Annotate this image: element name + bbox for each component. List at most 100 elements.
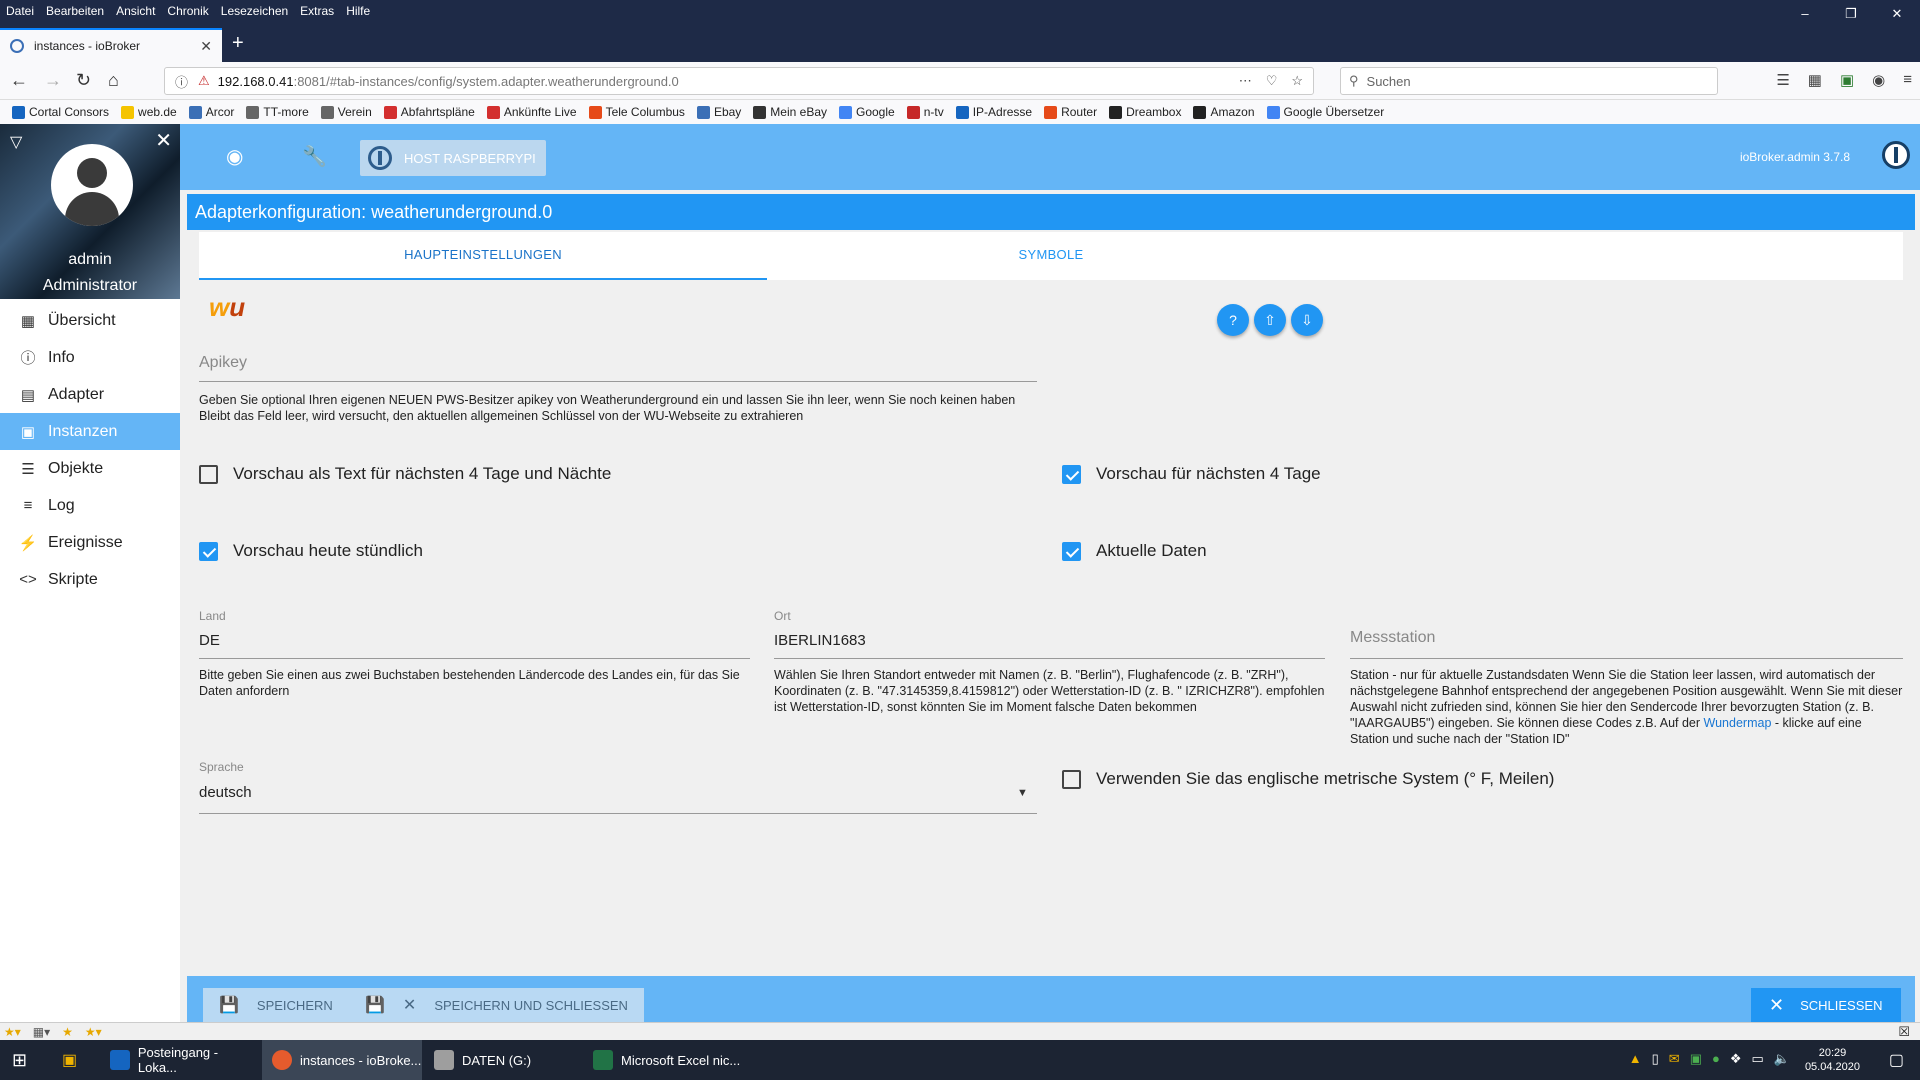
upload-button[interactable]: ⇧	[1254, 304, 1286, 336]
menu-hilfe[interactable]: Hilfe	[340, 4, 376, 18]
bookmark-item[interactable]: Ebay	[696, 105, 741, 119]
eye-icon[interactable]: ◉	[226, 144, 243, 169]
search-input[interactable]: ⚲ Suchen	[1340, 67, 1718, 95]
bookmark-item[interactable]: TT-more	[246, 105, 309, 119]
ort-input[interactable]: IBERLIN1683	[774, 632, 866, 649]
save-and-close-button[interactable]: 💾 ✕ SPEICHERN UND SCHLIESSEN	[349, 988, 644, 1022]
library-icon[interactable]: ☰	[1776, 71, 1789, 89]
sidebar-toggle-icon[interactable]: ▦	[1808, 71, 1822, 89]
pocket-icon[interactable]: ♡	[1266, 73, 1278, 89]
dropdown-arrow-icon[interactable]: ▼	[1017, 787, 1028, 799]
account-icon[interactable]: ◉	[1872, 71, 1885, 89]
back-icon[interactable]: ←	[10, 70, 28, 91]
save-button[interactable]: 💾 SPEICHERN	[203, 988, 349, 1022]
usb-icon[interactable]: ▯	[1652, 1051, 1659, 1067]
sidebar-item-instanzen[interactable]: ▣ Instanzen	[0, 413, 180, 450]
mail-icon[interactable]: ✉	[1669, 1051, 1680, 1067]
bookmark-item[interactable]: Amazon	[1193, 105, 1255, 119]
wrench-icon[interactable]: 🔧	[302, 144, 327, 169]
forecast-hourly-checkbox[interactable]: Vorschau heute stündlich	[199, 541, 423, 561]
download-button[interactable]: ⇩	[1291, 304, 1323, 336]
wundermap-link[interactable]: Wundermap	[1704, 716, 1772, 730]
menu-datei[interactable]: Datei	[0, 4, 40, 18]
bookmark-item[interactable]: Dreambox	[1109, 105, 1181, 119]
sidebar-item-ereignisse[interactable]: ⚡ Ereignisse	[0, 524, 180, 561]
menu-ansicht[interactable]: Ansicht	[110, 4, 161, 18]
menu-chronik[interactable]: Chronik	[161, 4, 214, 18]
checkbox-empty[interactable]	[199, 464, 218, 484]
browser-tab[interactable]: instances - ioBroker ✕	[0, 28, 222, 62]
new-tab-icon[interactable]: +	[232, 32, 244, 55]
bookmark-item[interactable]: Verein	[320, 105, 372, 119]
bookmark-item[interactable]: Tele Columbus	[588, 105, 685, 119]
close-tab-icon[interactable]: ✕	[200, 38, 212, 55]
taskbar-app-explorer[interactable]: DATEN (G:)	[424, 1040, 579, 1080]
tab-symbole[interactable]: SYMBOLE	[767, 232, 1335, 280]
close-sidebar-icon[interactable]: ✕	[155, 128, 172, 153]
checkbox-checked[interactable]	[1062, 464, 1081, 484]
menu-extras[interactable]: Extras	[294, 4, 340, 18]
host-selector-button[interactable]: HOST RASPBERRYPI	[360, 140, 546, 176]
sidebar-item-skripte[interactable]: <> Skripte	[0, 561, 180, 598]
addon-icon[interactable]: ▣	[1840, 71, 1854, 89]
sidebar-item-uebersicht[interactable]: ▦ Übersicht	[0, 302, 180, 339]
checkbox-checked[interactable]	[1062, 541, 1081, 561]
bookmark-item[interactable]: Arcor	[188, 105, 234, 119]
network-icon[interactable]: ▭	[1752, 1051, 1764, 1067]
windows-start-icon[interactable]: ⊞	[12, 1050, 27, 1071]
help-button[interactable]: ?	[1217, 304, 1249, 336]
star-icon[interactable]: ★▾	[4, 1025, 21, 1039]
taskbar-app-firefox[interactable]: instances - ioBroke...	[262, 1040, 422, 1080]
land-input[interactable]: DE	[199, 632, 220, 649]
bookmark-star-icon[interactable]: ☆	[1291, 73, 1303, 89]
home-icon[interactable]: ⌂	[108, 70, 119, 91]
bookmark-item[interactable]: Router	[1044, 105, 1097, 119]
taskbar-app-outlook[interactable]: Posteingang - Loka...	[100, 1040, 260, 1080]
shield-icon[interactable]: ●	[1712, 1051, 1720, 1067]
clock[interactable]: 20:29 05.04.2020	[1805, 1046, 1860, 1074]
url-bar[interactable]: ⓘ ⚠ 192.168.0.41:8081/#tab-instances/con…	[164, 67, 1314, 95]
triangle-menu-icon[interactable]: ▽	[10, 132, 22, 152]
bookmark-item[interactable]: web.de	[121, 105, 177, 119]
forecast-text-checkbox[interactable]: Vorschau als Text für nächsten 4 Tage un…	[199, 464, 611, 484]
close-button[interactable]: ✕ SCHLIESSEN	[1751, 988, 1901, 1022]
media-player-icon[interactable]: ▣	[62, 1050, 77, 1070]
sidebar-item-log[interactable]: ≡ Log	[0, 487, 180, 524]
imperial-checkbox[interactable]: Verwenden Sie das englische metrische Sy…	[1062, 769, 1554, 789]
bookmark-item[interactable]: IP-Adresse	[955, 105, 1032, 119]
bookmark-item[interactable]: n-tv	[906, 105, 944, 119]
menu-lesezeichen[interactable]: Lesezeichen	[215, 4, 294, 18]
security-icon[interactable]: ❖	[1730, 1051, 1742, 1067]
info-icon[interactable]: ⓘ	[175, 72, 188, 91]
bookmark-item[interactable]: Google	[839, 105, 895, 119]
volume-icon[interactable]: 🔈	[1774, 1051, 1790, 1067]
bookmark-item[interactable]: Cortal Consors	[12, 105, 109, 119]
menu-bearbeiten[interactable]: Bearbeiten	[40, 4, 110, 18]
bookmark-item[interactable]: Mein eBay	[753, 105, 827, 119]
warning-icon[interactable]: ▲	[1629, 1051, 1642, 1067]
close-addon-bar-icon[interactable]: ☒	[1898, 1024, 1910, 1040]
favorites-menu-icon[interactable]: ★▾	[85, 1025, 102, 1039]
sidebar-item-objekte[interactable]: ☰ Objekte	[0, 450, 180, 487]
taskbar-app-excel[interactable]: Microsoft Excel nic...	[583, 1040, 743, 1080]
tab-haupteinstellungen[interactable]: HAUPTEINSTELLUNGEN	[199, 232, 767, 280]
sidebar-item-info[interactable]: ⓘ Info	[0, 339, 180, 376]
current-data-checkbox[interactable]: Aktuelle Daten	[1062, 541, 1207, 561]
favorites-icon[interactable]: ★	[62, 1025, 73, 1039]
sprache-select[interactable]: deutsch	[199, 784, 252, 801]
bookmark-item[interactable]: Google Übersetzer	[1266, 105, 1384, 119]
app-tray-icon[interactable]: ▣	[1690, 1051, 1702, 1067]
bookmark-item[interactable]: Abfahrtspläne	[383, 105, 475, 119]
reload-icon[interactable]: ↻	[76, 70, 91, 91]
checkbox-empty[interactable]	[1062, 769, 1081, 789]
bookmark-item[interactable]: Ankünfte Live	[486, 105, 577, 119]
addon-tools-icon[interactable]: ▦▾	[33, 1025, 50, 1039]
hamburger-menu-icon[interactable]: ≡	[1903, 71, 1912, 89]
sidebar-item-adapter[interactable]: ▤ Adapter	[0, 376, 180, 413]
station-input[interactable]	[1350, 658, 1903, 659]
apikey-input[interactable]	[199, 381, 1037, 382]
checkbox-checked[interactable]	[199, 541, 218, 561]
page-actions-icon[interactable]: ⋯	[1239, 73, 1252, 89]
notification-icon[interactable]: ▢	[1889, 1050, 1904, 1070]
forward-icon[interactable]: →	[44, 70, 62, 91]
